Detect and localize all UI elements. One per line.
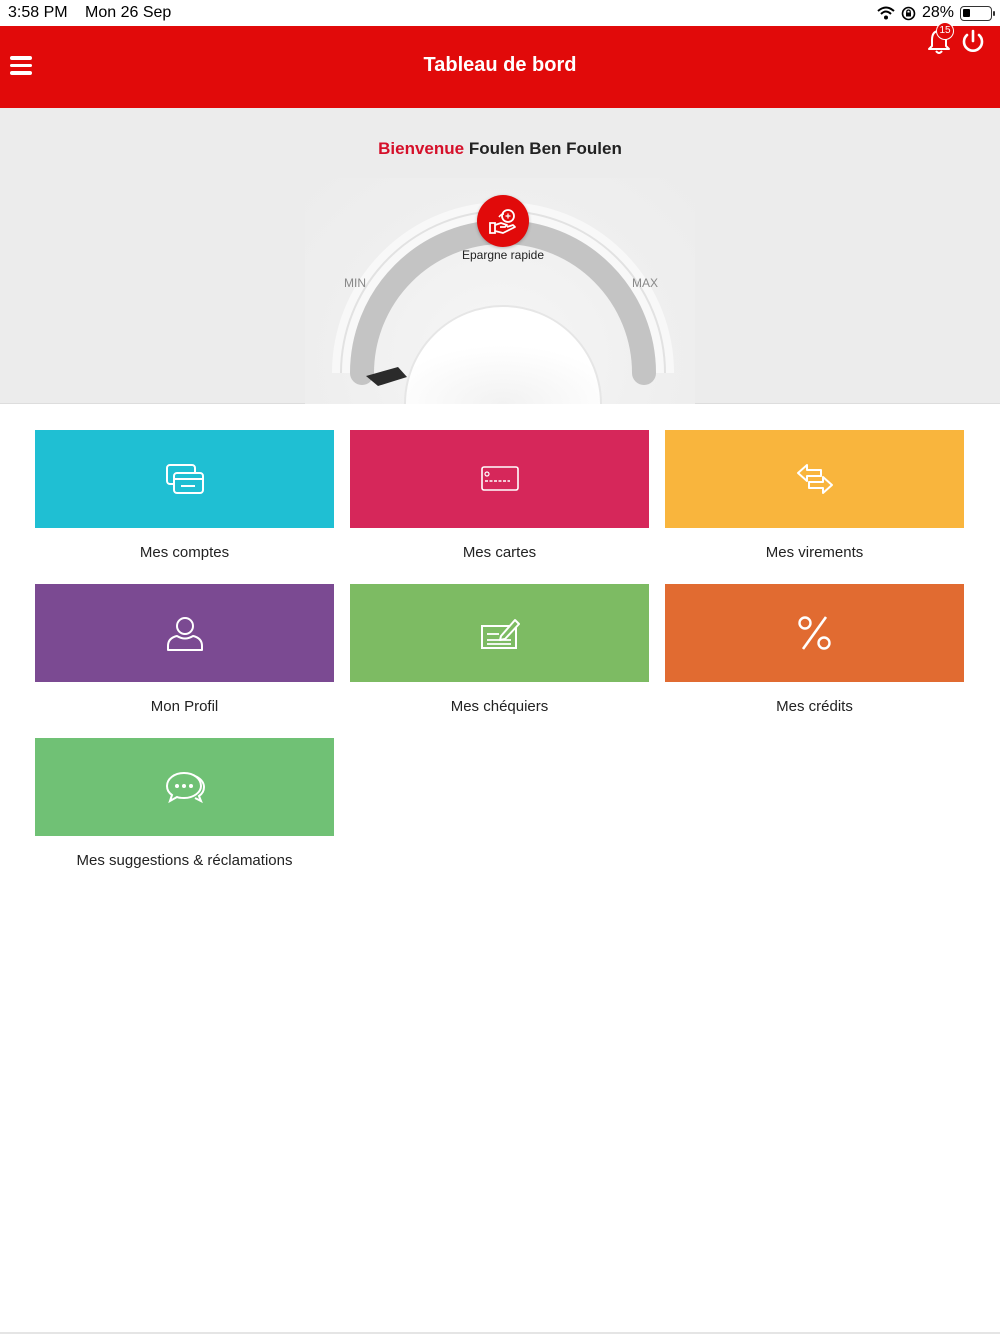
status-bar: 3:58 PM Mon 26 Sep 28%	[0, 0, 1000, 26]
checkbook-icon	[480, 619, 520, 649]
battery-icon	[960, 5, 995, 21]
tile-mes-credits[interactable]	[665, 584, 964, 682]
tile-label-mes-cartes[interactable]: Mes cartes	[350, 544, 649, 561]
notification-badge: 15	[936, 22, 954, 40]
quick-savings-label: Epargne rapide	[461, 248, 545, 262]
battery-percent: 28%	[921, 4, 954, 21]
orientation-lock-icon	[901, 6, 916, 20]
tile-mes-chequiers[interactable]	[350, 584, 649, 682]
tile-label-mes-virements[interactable]: Mes virements	[665, 544, 964, 561]
chat-icon	[165, 771, 205, 804]
page-title: Tableau de bord	[423, 54, 577, 76]
tile-label-mes-chequiers[interactable]: Mes chéquiers	[350, 698, 649, 715]
status-time: 3:58 PM	[8, 4, 68, 21]
welcome-message: Bienvenue Foulen Ben Foulen	[0, 139, 1000, 159]
card-icon	[480, 466, 519, 491]
quick-savings-button[interactable]	[477, 195, 529, 247]
user-name: Foulen Ben Foulen	[468, 139, 622, 158]
tile-label-mes-suggestions[interactable]: Mes suggestions & réclamations	[35, 852, 334, 869]
transfer-icon	[796, 464, 833, 494]
status-date: Mon 26 Sep	[85, 4, 172, 21]
tile-mes-virements[interactable]	[665, 430, 964, 528]
tile-label-mes-comptes[interactable]: Mes comptes	[35, 544, 334, 561]
tile-label-mes-credits[interactable]: Mes crédits	[665, 698, 964, 715]
tile-mes-cartes[interactable]	[350, 430, 649, 528]
power-icon[interactable]	[960, 28, 986, 54]
app-header: Tableau de bord	[0, 26, 1000, 108]
status-indicators: 28%	[877, 4, 995, 22]
tile-mes-suggestions[interactable]	[35, 738, 334, 836]
welcome-greeting: Bienvenue	[378, 139, 465, 158]
tile-label-mon-profil[interactable]: Mon Profil	[35, 698, 334, 715]
tile-mon-profil[interactable]	[35, 584, 334, 682]
user-icon	[166, 617, 203, 651]
savings-hand-icon	[489, 209, 516, 234]
battery-fill	[963, 8, 970, 17]
gauge-min-label: MIN	[344, 276, 366, 290]
tile-mes-comptes[interactable]	[35, 430, 334, 528]
accounts-icon	[165, 464, 204, 494]
wifi-icon	[877, 6, 895, 20]
gauge-max-label: MAX	[632, 276, 659, 290]
percent-icon	[797, 616, 831, 650]
